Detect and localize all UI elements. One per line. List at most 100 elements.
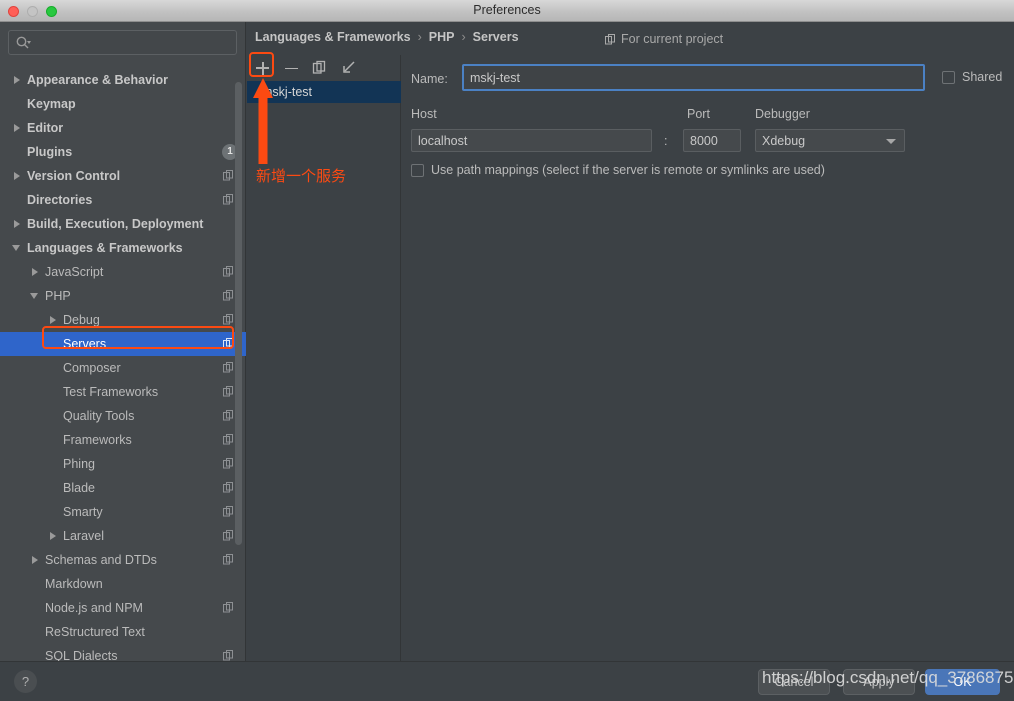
breadcrumb-part[interactable]: PHP [429,30,455,44]
project-scope-icon [223,602,233,613]
chevron-right-icon[interactable] [12,171,23,182]
sidebar-item-test-frameworks[interactable]: Test Frameworks [0,380,246,404]
project-scope-icon [223,194,233,205]
sidebar-item-label: Plugins [27,145,73,159]
sidebar-item-sql-dialects[interactable]: SQL Dialects [0,644,246,661]
breadcrumb-part[interactable]: Languages & Frameworks [255,30,411,44]
host-input[interactable] [411,129,652,152]
sidebar-item-markdown[interactable]: Markdown [0,572,246,596]
sidebar-item-label: Debug [63,313,100,327]
sidebar-item-directories[interactable]: Directories [0,188,246,212]
sidebar-item-label: Appearance & Behavior [27,73,169,87]
breadcrumb: Languages & Frameworks › PHP › Servers [255,30,519,44]
settings-tree[interactable]: Appearance & Behavior Keymap Editor Plugins… [0,68,246,661]
sidebar-item-label: Test Frameworks [63,385,159,399]
chevron-right-icon[interactable] [12,123,23,134]
project-scope-icon [223,362,233,373]
project-scope-icon [223,410,233,421]
sidebar-item-php[interactable]: PHP [0,284,246,308]
path-mappings-label: Use path mappings (select if the server … [431,163,825,177]
project-scope-icon [223,290,233,301]
import-server-button[interactable] [341,60,358,77]
chevron-down-icon[interactable] [12,243,23,254]
sidebar-item-phing[interactable]: Phing [0,452,246,476]
sidebar-item-blade[interactable]: Blade [0,476,246,500]
name-label: Name: [411,72,448,86]
debugger-value: Xdebug [762,133,806,148]
settings-sidebar: Appearance & Behavior Keymap Editor Plugins… [0,22,246,661]
help-button[interactable]: ? [14,670,37,693]
sidebar-item-node-js-and-npm[interactable]: Node.js and NPM [0,596,246,620]
add-server-button[interactable] [254,60,271,77]
chevron-right-icon[interactable] [30,555,41,566]
sidebar-item-laravel[interactable]: Laravel [0,524,246,548]
chevron-right-icon[interactable] [12,75,23,86]
chevron-down-icon[interactable] [30,291,41,302]
sidebar-item-quality-tools[interactable]: Quality Tools [0,404,246,428]
chevron-right-icon[interactable] [12,219,23,230]
project-scope-icon [223,506,233,517]
sidebar-item-javascript[interactable]: JavaScript [0,260,246,284]
list-item[interactable]: mskj-test [247,81,401,103]
sidebar-item-frameworks[interactable]: Frameworks [0,428,246,452]
sidebar-item-label: Quality Tools [63,409,135,423]
chevron-right-icon[interactable] [30,267,41,278]
sidebar-item-schemas-and-dtds[interactable]: Schemas and DTDs [0,548,246,572]
sidebar-scrollbar-thumb[interactable] [235,82,242,545]
sidebar-item-servers[interactable]: Servers [0,332,246,356]
sidebar-item-plugins[interactable]: Plugins 1 [0,140,246,164]
sidebar-item-build-execution-deployment[interactable]: Build, Execution, Deployment [0,212,246,236]
sidebar-item-label: Node.js and NPM [45,601,143,615]
sidebar-item-restructured-text[interactable]: ReStructured Text [0,620,246,644]
sidebar-item-keymap[interactable]: Keymap [0,92,246,116]
shared-checkbox-row[interactable]: Shared [942,70,1002,84]
sidebar-item-composer[interactable]: Composer [0,356,246,380]
project-scope-icon [223,650,233,661]
sidebar-item-label: Markdown [45,577,103,591]
path-mappings-checkbox[interactable] [411,163,424,177]
window-titlebar: Preferences [0,0,1014,22]
sidebar-item-label: Servers [63,337,107,351]
sidebar-item-label: Keymap [27,97,76,111]
sidebar-item-label: Schemas and DTDs [45,553,157,567]
remove-server-button[interactable] [283,60,300,77]
project-scope-icon [605,33,615,44]
project-scope-icon [223,170,233,181]
project-scope-icon [223,386,233,397]
chevron-right-icon[interactable] [48,531,59,542]
search-box[interactable] [8,30,237,55]
project-scope-icon [223,434,233,445]
chevron-down-icon [886,138,896,144]
shared-checkbox[interactable] [942,70,955,84]
chevron-right-icon[interactable] [48,315,59,326]
port-input[interactable] [683,129,741,152]
shared-label: Shared [962,70,1003,84]
path-mappings-checkbox-row[interactable]: Use path mappings (select if the server … [411,163,825,177]
sidebar-item-debug[interactable]: Debug [0,308,246,332]
breadcrumb-part[interactable]: Servers [473,30,519,44]
search-input[interactable] [35,31,230,54]
server-name-input[interactable] [462,64,925,91]
project-scope-icon [223,482,233,493]
sidebar-item-appearance-behavior[interactable]: Appearance & Behavior [0,68,246,92]
watermark: https://blog.csdn.net/qq_37868757 [762,668,1014,687]
debugger-select[interactable]: Xdebug [755,129,905,152]
sidebar-item-version-control[interactable]: Version Control [0,164,246,188]
copy-icon [312,60,326,74]
sidebar-item-languages-frameworks[interactable]: Languages & Frameworks [0,236,246,260]
sidebar-item-smarty[interactable]: Smarty [0,500,246,524]
sidebar-item-label: Composer [63,361,121,375]
sidebar-item-editor[interactable]: Editor [0,116,246,140]
copy-server-button[interactable] [312,60,329,77]
sidebar-item-label: Laravel [63,529,104,543]
